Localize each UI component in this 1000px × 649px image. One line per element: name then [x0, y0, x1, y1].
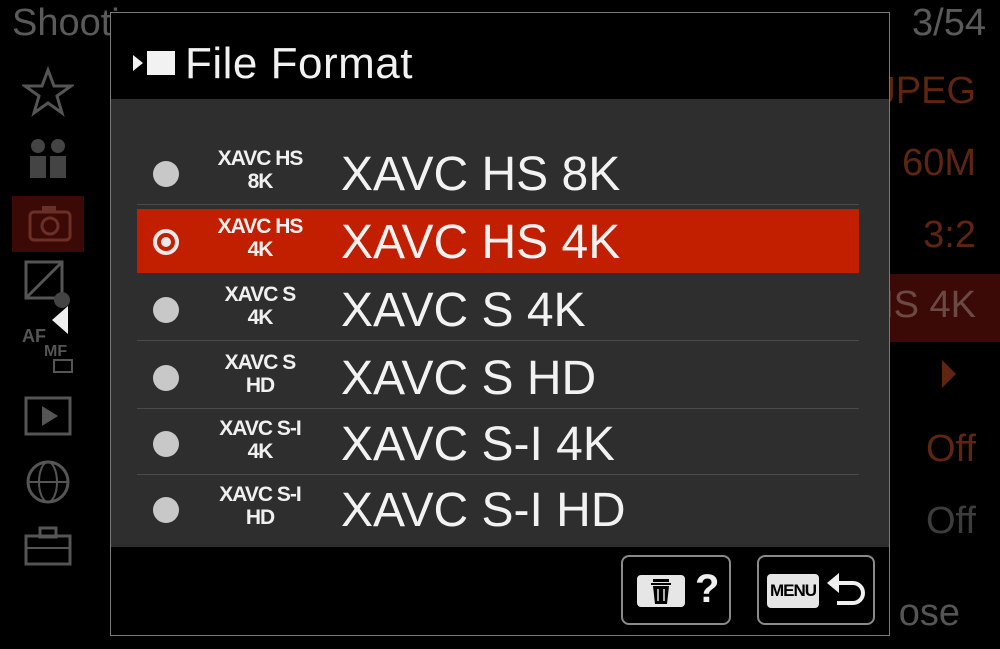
- format-icon-top: XAVC S-I: [219, 483, 301, 506]
- radio-button[interactable]: [153, 161, 179, 187]
- format-icon-bottom: 4K: [247, 238, 274, 261]
- format-icon-bottom: HD: [245, 374, 275, 397]
- radio-button[interactable]: [153, 297, 179, 323]
- format-options-list: XAVC HS 8K XAVC HS 8K XAVC HS 4K XAVC HS…: [111, 99, 889, 547]
- format-icon: XAVC HS 4K: [207, 215, 313, 261]
- dialog-footer: ? MENU: [111, 547, 889, 635]
- help-icon: ?: [695, 567, 720, 611]
- trash-icon: [637, 575, 685, 607]
- file-format-dialog: File Format XAVC HS 8K XAVC HS 8K XAVC H…: [110, 12, 890, 636]
- format-option-label: XAVC HS 8K: [341, 148, 621, 201]
- format-option-xavc-s-hd[interactable]: XAVC S HD XAVC S HD: [137, 345, 859, 409]
- background-value: 60M: [902, 142, 976, 184]
- menu-key-label: MENU: [767, 574, 819, 608]
- format-icon-top: XAVC HS: [217, 147, 304, 170]
- playback-icon: [22, 390, 74, 442]
- people-icon: [22, 130, 74, 182]
- right-arrow-icon: [942, 360, 956, 388]
- format-icon-top: XAVC S: [224, 283, 297, 306]
- format-icon: XAVC S-I 4K: [207, 417, 313, 463]
- delete-help-button[interactable]: ?: [621, 555, 731, 625]
- movie-icon: [133, 49, 177, 77]
- toolbox-icon: [22, 520, 74, 572]
- format-icon-top: XAVC HS: [217, 215, 304, 238]
- format-icon: XAVC S 4K: [207, 283, 313, 329]
- background-menu-title: Shooti: [12, 2, 120, 44]
- camera-icon: [24, 198, 76, 250]
- format-option-xavc-s-i-hd[interactable]: XAVC S-I HD XAVC S-I HD: [137, 477, 859, 541]
- format-icon-bottom: 4K: [247, 440, 274, 463]
- format-icon-bottom: 8K: [247, 170, 274, 193]
- background-value: Off: [926, 428, 976, 470]
- back-arrow-icon: [825, 569, 869, 613]
- star-icon: [20, 65, 76, 118]
- format-option-label: XAVC S-I HD: [341, 484, 626, 537]
- format-option-xavc-hs-4k[interactable]: XAVC HS 4K XAVC HS 4K: [137, 209, 859, 273]
- radio-button[interactable]: [153, 497, 179, 523]
- format-icon: XAVC HS 8K: [207, 147, 313, 193]
- radio-button-selected[interactable]: [153, 229, 179, 255]
- format-option-label: XAVC S 4K: [341, 284, 586, 337]
- format-icon-bottom: 4K: [247, 306, 274, 329]
- format-icon: XAVC S HD: [207, 351, 313, 397]
- format-option-xavc-s-4k[interactable]: XAVC S 4K XAVC S 4K: [137, 277, 859, 341]
- format-option-xavc-s-i-4k[interactable]: XAVC S-I 4K XAVC S-I 4K: [137, 411, 859, 475]
- background-value: JPEG: [876, 70, 976, 112]
- globe-icon: [22, 456, 74, 508]
- format-option-label: XAVC S HD: [341, 352, 597, 405]
- format-option-label: XAVC HS 4K: [341, 216, 621, 269]
- format-icon: XAVC S-I HD: [207, 483, 313, 529]
- exposure-icon: [22, 258, 74, 310]
- background-close-label: ose: [898, 592, 960, 634]
- background-page-indicator: 3/54: [912, 2, 986, 44]
- format-icon-top: XAVC S-I: [219, 417, 301, 440]
- svg-text:MF: MF: [44, 343, 67, 360]
- format-option-label: XAVC S-I 4K: [341, 418, 615, 471]
- af-mf-icon: AF MF: [22, 322, 74, 374]
- radio-button[interactable]: [153, 431, 179, 457]
- radio-button[interactable]: [153, 365, 179, 391]
- menu-back-button[interactable]: MENU: [757, 555, 875, 625]
- format-icon-top: XAVC S: [224, 351, 297, 374]
- background-value: Off: [926, 500, 976, 542]
- dialog-title: File Format: [185, 39, 413, 88]
- format-option-xavc-hs-8k[interactable]: XAVC HS 8K XAVC HS 8K: [137, 141, 859, 205]
- format-icon-bottom: HD: [245, 506, 275, 529]
- background-value: 3:2: [923, 214, 976, 256]
- svg-text:AF: AF: [22, 326, 46, 346]
- dialog-header: File Format: [111, 13, 889, 99]
